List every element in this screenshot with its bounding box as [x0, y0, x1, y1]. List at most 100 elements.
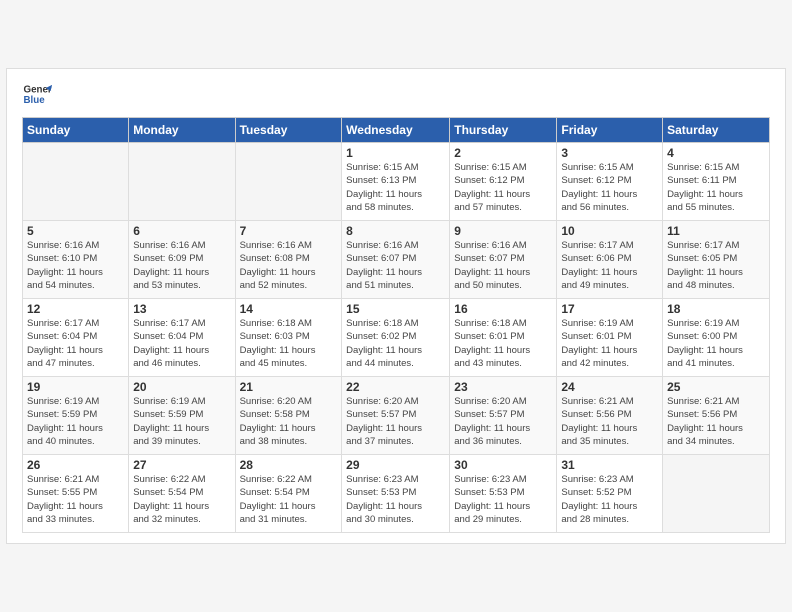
day-cell: 16Sunrise: 6:18 AM Sunset: 6:01 PM Dayli… — [450, 299, 557, 377]
weekday-header-wednesday: Wednesday — [342, 118, 450, 143]
day-number: 28 — [240, 458, 338, 472]
day-info: Sunrise: 6:19 AM Sunset: 6:00 PM Dayligh… — [667, 317, 765, 370]
day-cell: 18Sunrise: 6:19 AM Sunset: 6:00 PM Dayli… — [663, 299, 770, 377]
day-info: Sunrise: 6:20 AM Sunset: 5:57 PM Dayligh… — [454, 395, 552, 448]
day-info: Sunrise: 6:23 AM Sunset: 5:52 PM Dayligh… — [561, 473, 658, 526]
day-number: 22 — [346, 380, 445, 394]
weekday-header-monday: Monday — [129, 118, 235, 143]
day-info: Sunrise: 6:23 AM Sunset: 5:53 PM Dayligh… — [454, 473, 552, 526]
day-number: 31 — [561, 458, 658, 472]
day-cell: 4Sunrise: 6:15 AM Sunset: 6:11 PM Daylig… — [663, 143, 770, 221]
day-number: 3 — [561, 146, 658, 160]
day-number: 25 — [667, 380, 765, 394]
day-cell: 10Sunrise: 6:17 AM Sunset: 6:06 PM Dayli… — [557, 221, 663, 299]
day-info: Sunrise: 6:15 AM Sunset: 6:11 PM Dayligh… — [667, 161, 765, 214]
calendar-container: General Blue SundayMondayTuesdayWednesda… — [6, 68, 786, 544]
day-cell: 5Sunrise: 6:16 AM Sunset: 6:10 PM Daylig… — [23, 221, 129, 299]
day-cell: 13Sunrise: 6:17 AM Sunset: 6:04 PM Dayli… — [129, 299, 235, 377]
day-number: 13 — [133, 302, 230, 316]
day-cell: 1Sunrise: 6:15 AM Sunset: 6:13 PM Daylig… — [342, 143, 450, 221]
day-number: 17 — [561, 302, 658, 316]
weekday-header-thursday: Thursday — [450, 118, 557, 143]
header: General Blue — [22, 79, 770, 109]
weekday-header-friday: Friday — [557, 118, 663, 143]
day-number: 27 — [133, 458, 230, 472]
day-cell: 6Sunrise: 6:16 AM Sunset: 6:09 PM Daylig… — [129, 221, 235, 299]
day-number: 6 — [133, 224, 230, 238]
weekday-header-tuesday: Tuesday — [235, 118, 342, 143]
calendar-grid: SundayMondayTuesdayWednesdayThursdayFrid… — [22, 117, 770, 533]
day-info: Sunrise: 6:16 AM Sunset: 6:10 PM Dayligh… — [27, 239, 124, 292]
week-row-1: 1Sunrise: 6:15 AM Sunset: 6:13 PM Daylig… — [23, 143, 770, 221]
svg-text:Blue: Blue — [24, 95, 46, 106]
day-info: Sunrise: 6:15 AM Sunset: 6:12 PM Dayligh… — [561, 161, 658, 214]
week-row-4: 19 Sunrise: 6:19 AM Sunset: 5:59 PM Dayli… — [23, 377, 770, 455]
day-cell: 15Sunrise: 6:18 AM Sunset: 6:02 PM Dayli… — [342, 299, 450, 377]
day-number: 14 — [240, 302, 338, 316]
day-cell: 11Sunrise: 6:17 AM Sunset: 6:05 PM Dayli… — [663, 221, 770, 299]
svg-text:General: General — [24, 85, 53, 96]
day-number: 2 — [454, 146, 552, 160]
day-info: Sunrise: 6:17 AM Sunset: 6:05 PM Dayligh… — [667, 239, 765, 292]
day-cell: 19Sunrise: 6:19 AM Sunset: 5:59 PM Dayli… — [23, 377, 129, 455]
day-info: Sunrise: 6:21 AM Sunset: 5:56 PM Dayligh… — [667, 395, 765, 448]
day-cell: 3Sunrise: 6:15 AM Sunset: 6:12 PM Daylig… — [557, 143, 663, 221]
day-number: 9 — [454, 224, 552, 238]
day-cell — [663, 455, 770, 533]
day-cell: 14Sunrise: 6:18 AM Sunset: 6:03 PM Dayli… — [235, 299, 342, 377]
day-cell: 8Sunrise: 6:16 AM Sunset: 6:07 PM Daylig… — [342, 221, 450, 299]
day-cell: 2Sunrise: 6:15 AM Sunset: 6:12 PM Daylig… — [450, 143, 557, 221]
weekday-header-saturday: Saturday — [663, 118, 770, 143]
day-number: 16 — [454, 302, 552, 316]
day-info: Sunrise: 6:20 AM Sunset: 5:58 PM Dayligh… — [240, 395, 338, 448]
day-number: 30 — [454, 458, 552, 472]
day-cell: 7Sunrise: 6:16 AM Sunset: 6:08 PM Daylig… — [235, 221, 342, 299]
day-cell: 9Sunrise: 6:16 AM Sunset: 6:07 PM Daylig… — [450, 221, 557, 299]
day-cell: 24Sunrise: 6:21 AM Sunset: 5:56 PM Dayli… — [557, 377, 663, 455]
day-cell: 20Sunrise: 6:19 AM Sunset: 5:59 PM Dayli… — [129, 377, 235, 455]
day-info: Sunrise: 6:21 AM Sunset: 5:55 PM Dayligh… — [27, 473, 124, 526]
day-cell: 29Sunrise: 6:23 AM Sunset: 5:53 PM Dayli… — [342, 455, 450, 533]
day-number: 19 — [27, 380, 124, 394]
day-info: Sunrise: 6:16 AM Sunset: 6:07 PM Dayligh… — [454, 239, 552, 292]
day-cell: 27Sunrise: 6:22 AM Sunset: 5:54 PM Dayli… — [129, 455, 235, 533]
day-cell — [23, 143, 129, 221]
weekday-header-row: SundayMondayTuesdayWednesdayThursdayFrid… — [23, 118, 770, 143]
day-number: 5 — [27, 224, 124, 238]
day-number: 18 — [667, 302, 765, 316]
day-info: Sunrise: 6:16 AM Sunset: 6:09 PM Dayligh… — [133, 239, 230, 292]
day-cell: 31Sunrise: 6:23 AM Sunset: 5:52 PM Dayli… — [557, 455, 663, 533]
day-number: 12 — [27, 302, 124, 316]
day-number: 26 — [27, 458, 124, 472]
day-number: 15 — [346, 302, 445, 316]
day-number: 7 — [240, 224, 338, 238]
day-info: Sunrise: 6:22 AM Sunset: 5:54 PM Dayligh… — [240, 473, 338, 526]
day-info: Sunrise: 6:15 AM Sunset: 6:12 PM Dayligh… — [454, 161, 552, 214]
day-number: 10 — [561, 224, 658, 238]
day-number: 11 — [667, 224, 765, 238]
day-number: 20 — [133, 380, 230, 394]
day-info: Sunrise: 6:21 AM Sunset: 5:56 PM Dayligh… — [561, 395, 658, 448]
day-info: Sunrise: 6:17 AM Sunset: 6:04 PM Dayligh… — [27, 317, 124, 370]
day-number: 1 — [346, 146, 445, 160]
day-info: Sunrise: 6:16 AM Sunset: 6:07 PM Dayligh… — [346, 239, 445, 292]
day-info: Sunrise: 6:15 AM Sunset: 6:13 PM Dayligh… — [346, 161, 445, 214]
week-row-5: 26Sunrise: 6:21 AM Sunset: 5:55 PM Dayli… — [23, 455, 770, 533]
day-info: Sunrise: 6:20 AM Sunset: 5:57 PM Dayligh… — [346, 395, 445, 448]
day-number: 29 — [346, 458, 445, 472]
week-row-3: 12Sunrise: 6:17 AM Sunset: 6:04 PM Dayli… — [23, 299, 770, 377]
day-info: Sunrise: 6:17 AM Sunset: 6:06 PM Dayligh… — [561, 239, 658, 292]
day-info: Sunrise: 6:19 AM Sunset: 5:59 PM Dayligh… — [133, 395, 230, 448]
day-cell: 30Sunrise: 6:23 AM Sunset: 5:53 PM Dayli… — [450, 455, 557, 533]
day-info: Sunrise: 6:18 AM Sunset: 6:02 PM Dayligh… — [346, 317, 445, 370]
day-number: 24 — [561, 380, 658, 394]
day-cell: 17Sunrise: 6:19 AM Sunset: 6:01 PM Dayli… — [557, 299, 663, 377]
day-info: Sunrise: 6:17 AM Sunset: 6:04 PM Dayligh… — [133, 317, 230, 370]
day-number: 8 — [346, 224, 445, 238]
day-info: Sunrise: 6:23 AM Sunset: 5:53 PM Dayligh… — [346, 473, 445, 526]
day-cell: 25Sunrise: 6:21 AM Sunset: 5:56 PM Dayli… — [663, 377, 770, 455]
day-cell: 23Sunrise: 6:20 AM Sunset: 5:57 PM Dayli… — [450, 377, 557, 455]
day-cell — [235, 143, 342, 221]
day-number: 23 — [454, 380, 552, 394]
day-number: 21 — [240, 380, 338, 394]
